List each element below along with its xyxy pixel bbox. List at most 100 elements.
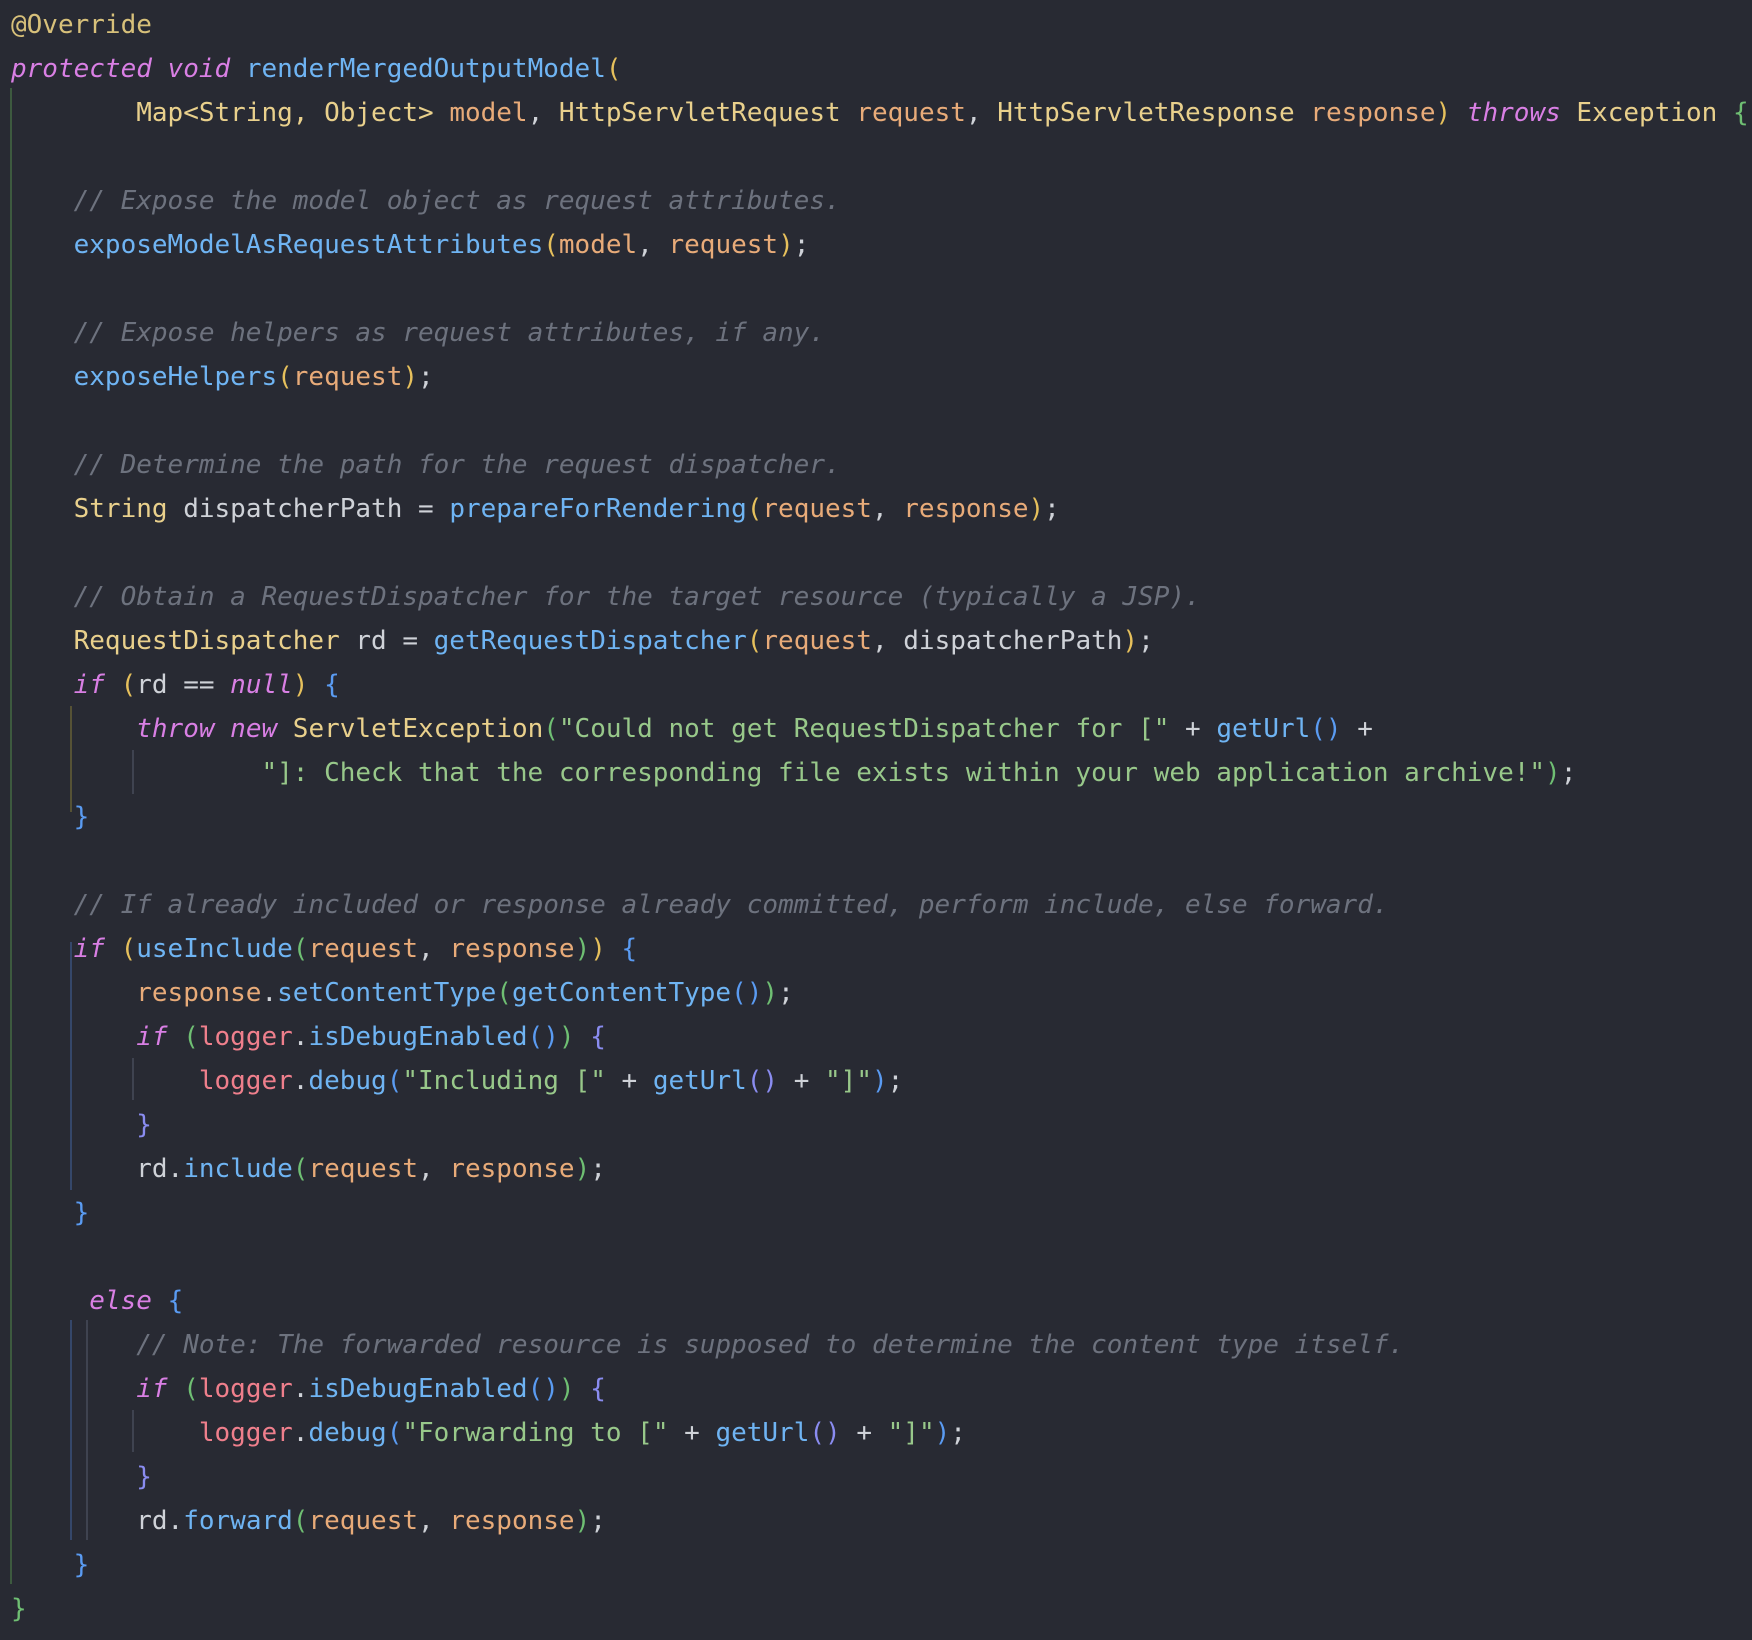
code-token: { xyxy=(167,1286,184,1316)
code-token: Exception xyxy=(1576,98,1718,128)
code-line[interactable]: protected void renderMergedOutputModel( xyxy=(11,47,622,91)
code-token: ) xyxy=(934,1418,951,1448)
code-token: } xyxy=(136,1110,152,1140)
code-token: "Forwarding to [" xyxy=(402,1418,669,1448)
code-line[interactable]: exposeHelpers(request); xyxy=(11,355,434,399)
code-token: + xyxy=(840,1418,888,1448)
code-token: @Override xyxy=(11,10,152,40)
code-line[interactable]: rd.forward(request, response); xyxy=(11,1499,606,1543)
code-line[interactable]: // Obtain a RequestDispatcher for the ta… xyxy=(11,575,1201,619)
code-token: model xyxy=(449,98,528,128)
code-line[interactable]: } xyxy=(11,1455,152,1499)
code-line[interactable]: logger.debug("Including [" + getUrl() + … xyxy=(11,1059,903,1103)
code-token: HttpServletResponse xyxy=(997,98,1295,128)
code-token: ( xyxy=(277,362,293,392)
code-token: debug xyxy=(308,1418,387,1448)
code-token: if xyxy=(73,670,105,700)
code-token: . xyxy=(292,1066,309,1096)
code-token: response xyxy=(903,494,1029,524)
code-token: ) xyxy=(558,1374,575,1404)
code-line[interactable]: if (logger.isDebugEnabled()) { xyxy=(11,1015,606,1059)
code-token: "]" xyxy=(887,1418,935,1448)
code-token: ( xyxy=(120,670,137,700)
code-line[interactable]: } xyxy=(11,1191,90,1235)
code-token: ) xyxy=(558,1022,575,1052)
code-token: ) xyxy=(574,1506,591,1536)
code-token: ( xyxy=(292,1506,309,1536)
code-line[interactable]: // Note: The forwarded resource is suppo… xyxy=(11,1323,1404,1367)
code-token: ; xyxy=(793,230,810,260)
code-line[interactable]: exposeModelAsRequestAttributes(model, re… xyxy=(11,223,810,267)
code-token: if xyxy=(73,934,105,964)
code-line[interactable]: RequestDispatcher rd = getRequestDispatc… xyxy=(11,619,1154,663)
code-token: } xyxy=(11,1594,27,1624)
code-token: ; xyxy=(1044,494,1060,524)
code-line[interactable]: // If already included or response alrea… xyxy=(11,883,1389,927)
code-line[interactable]: } xyxy=(11,795,90,839)
code-token: , xyxy=(418,1154,450,1184)
code-token: } xyxy=(73,1550,90,1580)
code-line[interactable]: } xyxy=(11,1587,27,1631)
code-token: ) xyxy=(872,1066,888,1096)
code-line[interactable]: String dispatcherPath = prepareForRender… xyxy=(11,487,1060,531)
code-token: { xyxy=(1732,98,1749,128)
code-token: request xyxy=(292,362,403,392)
code-line[interactable]: throw new ServletException("Could not ge… xyxy=(11,707,1373,751)
code-token: () xyxy=(731,978,763,1008)
code-line[interactable]: @Override xyxy=(11,3,152,47)
code-line[interactable]: "]: Check that the corresponding file ex… xyxy=(11,751,1576,795)
code-line[interactable]: if (rd == null) { xyxy=(11,663,340,707)
code-line[interactable]: response.setContentType(getContentType()… xyxy=(11,971,793,1015)
code-token: rd. xyxy=(136,1154,184,1184)
code-line[interactable]: rd.include(request, response); xyxy=(11,1147,606,1191)
code-line[interactable]: // Expose helpers as request attributes,… xyxy=(11,311,825,355)
code-editor[interactable]: @Override protected void renderMergedOutp… xyxy=(0,0,1752,1640)
code-token: ( xyxy=(183,1374,199,1404)
code-line[interactable]: else { xyxy=(11,1279,183,1323)
code-token: request xyxy=(762,626,872,656)
code-line[interactable]: logger.debug("Forwarding to [" + getUrl(… xyxy=(11,1411,966,1455)
code-token: + xyxy=(605,1066,653,1096)
code-line[interactable]: // Determine the path for the request di… xyxy=(11,443,841,487)
code-token: logger xyxy=(198,1418,293,1448)
code-line[interactable]: Map<String, Object> model, HttpServletRe… xyxy=(11,91,1749,135)
code-token: // Expose the model object as request at… xyxy=(73,186,841,216)
code-token: response xyxy=(449,934,575,964)
code-token: response xyxy=(136,978,262,1008)
code-token: , xyxy=(637,230,669,260)
code-token: ; xyxy=(887,1066,904,1096)
code-token: ( xyxy=(746,626,763,656)
code-line[interactable]: // Expose the model object as request at… xyxy=(11,179,841,223)
code-line[interactable]: if (useInclude(request, response)) { xyxy=(11,927,638,971)
code-token: ) xyxy=(292,670,309,700)
code-line[interactable]: } xyxy=(11,1103,152,1147)
code-token: new xyxy=(230,714,278,744)
code-line[interactable]: } xyxy=(11,1543,90,1587)
code-token: ( xyxy=(183,1022,199,1052)
code-token: request xyxy=(856,98,966,128)
code-token: ; xyxy=(950,1418,966,1448)
code-line[interactable]: if (logger.isDebugEnabled()) { xyxy=(11,1367,606,1411)
code-token: throw xyxy=(136,714,215,744)
code-token: { xyxy=(621,934,638,964)
code-token: ; xyxy=(1138,626,1154,656)
